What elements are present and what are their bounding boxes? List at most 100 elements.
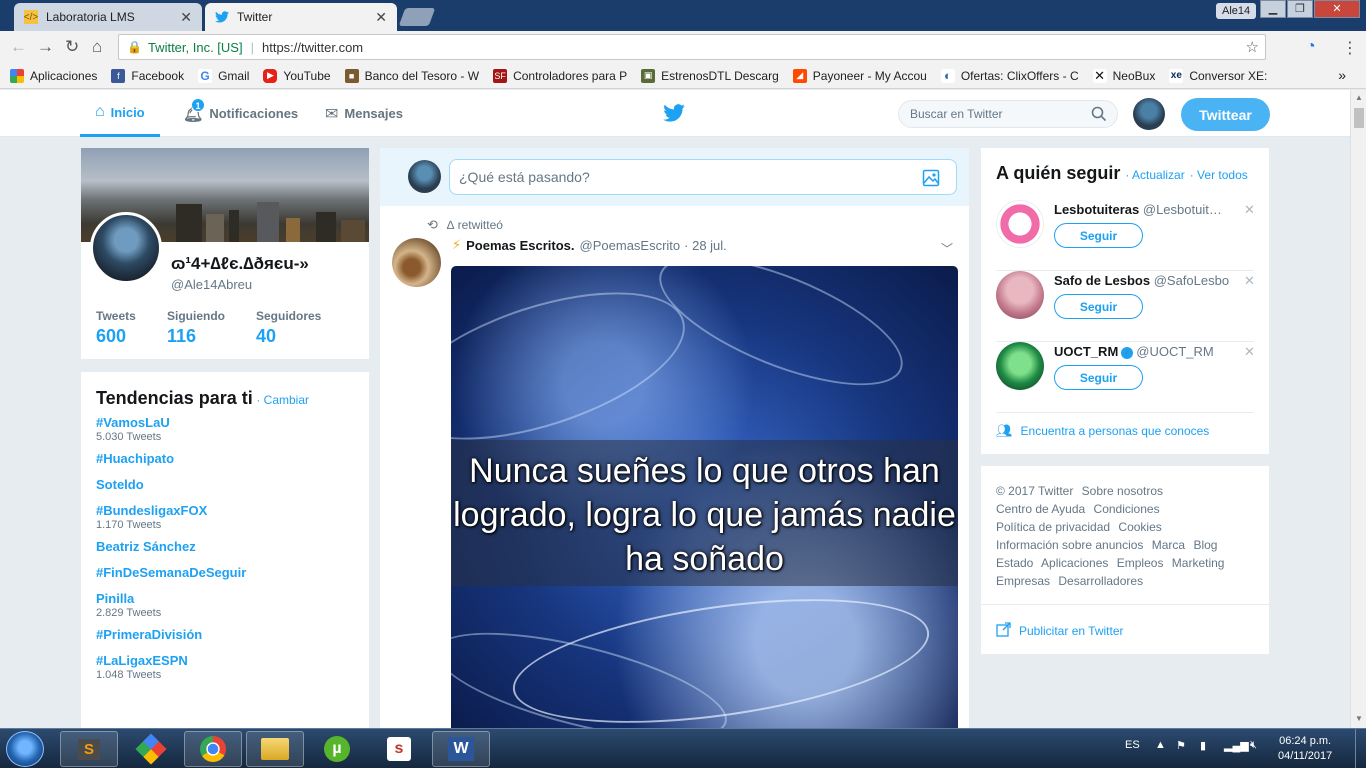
chrome-taskbar-icon[interactable]: [184, 731, 242, 767]
start-button[interactable]: [6, 731, 44, 767]
stat-following[interactable]: Siguiendo 116: [167, 309, 225, 347]
refresh-link[interactable]: · Actualizar: [1125, 168, 1184, 182]
extension-icon[interactable]: ◔: [1306, 38, 1316, 56]
bookmark-banco[interactable]: ■ Banco del Tesoro - W: [344, 68, 479, 83]
tab-laboratoria[interactable]: </> Laboratoria LMS ✕: [14, 3, 202, 31]
reload-icon[interactable]: ↻: [65, 37, 79, 57]
composer-avatar[interactable]: [408, 160, 441, 193]
profile-avatar[interactable]: [90, 212, 162, 284]
volume-muted-icon[interactable]: 🔇︎: [1250, 739, 1257, 752]
tweet-author-handle[interactable]: @PoemasEscrito: [580, 238, 681, 253]
footer-link[interactable]: Empresas: [996, 574, 1050, 588]
suggestion-name[interactable]: Safo de Lesbos @SafoLesbo: [1054, 273, 1244, 288]
bookmark-estrenos[interactable]: ▣ EstrenosDTL Descarg: [641, 68, 779, 83]
trend-item[interactable]: Pinilla 2.829 Tweets: [96, 591, 354, 619]
close-tab-icon[interactable]: ✕: [375, 9, 387, 26]
maximize-icon[interactable]: ❐: [1287, 0, 1313, 18]
scroll-down-icon[interactable]: ▼: [1355, 714, 1363, 723]
footer-link[interactable]: Información sobre anuncios: [996, 538, 1143, 552]
trend-item[interactable]: #LaLigaxESPN 1.048 Tweets: [96, 653, 354, 681]
trend-item[interactable]: Beatriz Sánchez: [96, 539, 354, 554]
bookmark-apps[interactable]: Aplicaciones: [10, 68, 97, 83]
bookmark-youtube[interactable]: ▶ YouTube: [263, 68, 331, 83]
twitter-logo-icon[interactable]: [663, 104, 685, 125]
follow-button[interactable]: Seguir: [1054, 365, 1143, 390]
language-indicator[interactable]: ES: [1125, 739, 1140, 751]
word-taskbar-icon[interactable]: W: [432, 731, 490, 767]
tweet-image[interactable]: Nunca sueñes lo que otros han logrado, l…: [451, 266, 958, 728]
retweet-context[interactable]: ⟲ ∆ retwitteó: [427, 217, 503, 233]
scroll-up-icon[interactable]: ▲: [1355, 93, 1363, 102]
app-taskbar-icon[interactable]: s: [370, 731, 428, 767]
address-bar[interactable]: 🔒 Twitter, Inc. [US] | https://twitter.c…: [118, 34, 1266, 60]
system-clock[interactable]: 06:24 p.m. 04/11/2017: [1278, 734, 1332, 764]
trend-item[interactable]: Soteldo: [96, 477, 354, 492]
sublime-text-taskbar-icon[interactable]: S: [60, 731, 118, 767]
close-tab-icon[interactable]: ✕: [180, 9, 192, 26]
profile-handle[interactable]: @Ale14Abreu: [171, 277, 252, 292]
find-people-link[interactable]: 👥︎ Encuentra a personas que conoces: [996, 423, 1209, 439]
forward-arrow-icon[interactable]: →: [37, 37, 54, 57]
suggestion-avatar[interactable]: [996, 200, 1044, 248]
follow-button[interactable]: Seguir: [1054, 223, 1143, 248]
suggestion-name[interactable]: Lesbotuiteras @Lesbotuit…: [1054, 202, 1244, 217]
window-close-icon[interactable]: ✕: [1314, 0, 1360, 18]
dismiss-icon[interactable]: ✕: [1244, 202, 1255, 218]
trend-item[interactable]: #PrimeraDivisión: [96, 627, 354, 642]
footer-link[interactable]: Cookies: [1118, 520, 1161, 534]
bookmark-controladores[interactable]: SF Controladores para P: [493, 68, 627, 83]
trend-item[interactable]: #BundesligaxFOX 1.170 Tweets: [96, 503, 354, 531]
bookmark-facebook[interactable]: f Facebook: [111, 68, 184, 83]
dismiss-icon[interactable]: ✕: [1244, 344, 1255, 360]
add-photo-icon[interactable]: [922, 169, 940, 190]
tweet-author-name[interactable]: Poemas Escritos.: [466, 238, 574, 253]
compose-tweet-input[interactable]: ¿Qué está pasando?: [449, 159, 957, 195]
footer-link[interactable]: Condiciones: [1094, 502, 1160, 516]
more-bookmarks-icon[interactable]: »: [1338, 67, 1346, 83]
nav-home[interactable]: ⌂ Inicio: [80, 90, 160, 137]
footer-link[interactable]: Sobre nosotros: [1082, 484, 1163, 498]
footer-link[interactable]: Blog: [1193, 538, 1217, 552]
tab-twitter[interactable]: Twitter ✕: [205, 3, 397, 31]
footer-link[interactable]: Centro de Ayuda: [996, 502, 1085, 516]
bookmark-neobux[interactable]: ✕ NeoBux: [1092, 68, 1155, 83]
bookmark-gmail[interactable]: G Gmail: [198, 68, 249, 83]
action-center-icon[interactable]: ⚑: [1176, 739, 1186, 752]
browser-profile-badge[interactable]: Ale14: [1216, 3, 1257, 19]
bookmark-xe[interactable]: xe Conversor XE:: [1169, 68, 1267, 83]
suggestion-avatar[interactable]: [996, 342, 1044, 390]
chevron-down-icon[interactable]: ﹀: [941, 240, 953, 257]
suggestion-avatar[interactable]: [996, 271, 1044, 319]
advertise-link[interactable]: Publicitar en Twitter: [996, 622, 1124, 640]
nav-messages[interactable]: ✉ Mensajes: [325, 90, 403, 137]
footer-link[interactable]: Marca: [1152, 538, 1185, 552]
browser-menu-icon[interactable]: ⋮: [1342, 38, 1358, 58]
dismiss-icon[interactable]: ✕: [1244, 273, 1255, 289]
network-signal-icon[interactable]: ▂▄▆: [1224, 739, 1249, 752]
stat-followers[interactable]: Seguidores 40: [256, 309, 321, 347]
new-tab-button[interactable]: [398, 8, 436, 26]
account-avatar[interactable]: [1133, 98, 1165, 130]
utorrent-taskbar-icon[interactable]: µ: [308, 731, 366, 767]
stat-tweets[interactable]: Tweets 600: [96, 309, 136, 347]
git-taskbar-icon[interactable]: [122, 731, 180, 767]
suggestion-name[interactable]: UOCT_RM ✓ @UOCT_RM: [1054, 344, 1244, 359]
tweet-timestamp[interactable]: · 28 jul.: [684, 238, 727, 253]
search-input[interactable]: Buscar en Twitter: [898, 100, 1118, 128]
page-scrollbar[interactable]: ▲ ▼: [1350, 90, 1366, 728]
file-explorer-taskbar-icon[interactable]: [246, 731, 304, 767]
power-icon[interactable]: ▮: [1200, 739, 1206, 752]
home-icon[interactable]: ⌂: [92, 37, 102, 57]
bookmark-star-icon[interactable]: ☆: [1246, 38, 1259, 56]
show-desktop-button[interactable]: [1355, 729, 1366, 768]
view-all-link[interactable]: · Ver todos: [1190, 168, 1248, 182]
trend-item[interactable]: #VamosLaU 5.030 Tweets: [96, 415, 354, 443]
tweet-author-avatar[interactable]: [392, 238, 441, 287]
tweet-button[interactable]: Twittear: [1181, 98, 1270, 131]
follow-button[interactable]: Seguir: [1054, 294, 1143, 319]
trends-change-link[interactable]: · Cambiar: [256, 393, 309, 407]
show-hidden-icons-icon[interactable]: ▲: [1155, 739, 1166, 751]
bookmark-payoneer[interactable]: ◢ Payoneer - My Accou: [792, 68, 927, 83]
trend-item[interactable]: #FinDeSemanaDeSeguir: [96, 565, 354, 580]
scroll-thumb[interactable]: [1354, 108, 1364, 128]
